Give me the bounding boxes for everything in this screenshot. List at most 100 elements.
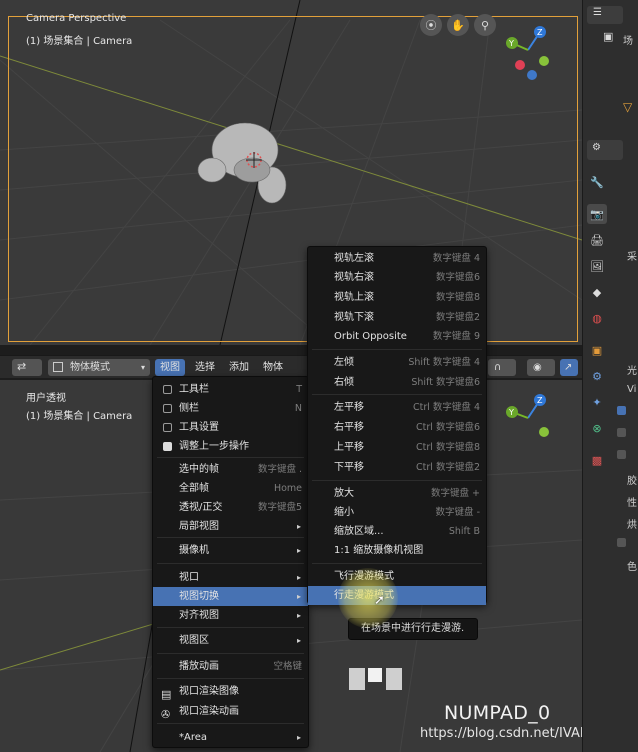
panel-label: Vi	[627, 384, 637, 395]
panel-checkbox[interactable]	[617, 406, 626, 415]
menu-item-label: 视口	[179, 572, 199, 583]
view-menu-item[interactable]: 对齐视图 ▸	[153, 606, 308, 625]
navigation-menu-item[interactable]: 视轨下滚 数字键盘2	[308, 308, 486, 327]
checkbox-icon[interactable]	[163, 404, 172, 413]
panel-checkbox[interactable]	[617, 538, 626, 547]
checkbox-icon[interactable]	[163, 385, 172, 394]
outliner-editor-dropdown[interactable]: ☰	[587, 6, 623, 24]
properties-panel: ☰ ▣ 场 ▽ ⚙ 🔧 📷 🖨 🖼 ◆ ◍ ▣ ⚙ ✦ ⊗ ▩ 采 光 Vi 胶…	[582, 0, 638, 752]
navigation-menu-item[interactable]: 缩小 数字键盘 -	[308, 503, 486, 522]
navigation-menu-item[interactable]: 视轨右滚 数字键盘6	[308, 268, 486, 287]
view-menu-item[interactable]: 全部帧 Home	[153, 479, 308, 498]
view-menu-item[interactable]: 视图区 ▸	[153, 631, 308, 650]
scene-tab-icon[interactable]: ◆	[587, 282, 607, 302]
menu-item-label: 调整上一步操作	[179, 441, 249, 452]
navigation-menu-item[interactable]: 飞行漫游模式	[308, 567, 486, 586]
menu-select[interactable]: 选择	[190, 359, 220, 376]
output-tab-icon[interactable]: 🖨	[587, 230, 607, 250]
menu-view[interactable]: 视图	[155, 359, 185, 376]
tooltip: 在场景中进行行走漫游.	[348, 618, 478, 640]
gizmo-icon: ↗	[564, 362, 573, 373]
view-menu-item[interactable]: 摄像机 ▸	[153, 541, 308, 560]
menu-object[interactable]: 物体	[258, 359, 288, 376]
falloff-dropdown[interactable]: ∩	[488, 359, 516, 376]
view-menu-item[interactable]: 局部视图 ▸	[153, 517, 308, 536]
menu-separator	[157, 723, 304, 724]
view-menu-item[interactable]: 选中的帧 数字键盘 .	[153, 460, 308, 479]
navigation-menu-item[interactable]: Orbit Opposite 数字键盘 9	[308, 327, 486, 346]
camera-viewport[interactable]: Camera Perspective (1) 场景集合 | Camera ⦿ ✋…	[0, 0, 582, 345]
properties-editor-dropdown[interactable]: ⚙	[587, 140, 623, 160]
view-menu-item[interactable]: *Area ▸	[153, 728, 308, 747]
menu-item-shortcut: N	[294, 403, 302, 414]
properties-icon: ⚙	[592, 142, 601, 153]
axis-gizmo[interactable]: Z Y	[500, 390, 560, 450]
navigation-menu-item[interactable]: 视轨上滚 数字键盘8	[308, 288, 486, 307]
view-menu-item[interactable]: 播放动画 空格键	[153, 657, 308, 676]
axis-gizmo[interactable]: Z Y	[500, 20, 560, 90]
view-menu-item[interactable]: 调整上一步操作	[153, 437, 308, 456]
navigation-menu-item[interactable]: 右平移 Ctrl 数字键盘6	[308, 418, 486, 437]
navigation-menu-item[interactable]: 放大 数字键盘 +	[308, 484, 486, 503]
pan-hand-icon[interactable]: ✋	[447, 14, 469, 36]
navigation-menu-item[interactable]: 缩放区域... Shift B	[308, 522, 486, 541]
navigation-menu-item[interactable]: 左倾 Shift 数字键盘 4	[308, 353, 486, 372]
render-tab-icon[interactable]: 📷	[587, 204, 607, 224]
view-menu-item[interactable]: 工具设置	[153, 418, 308, 437]
view-menu-item[interactable]: 视口 ▸	[153, 568, 308, 587]
menu-add[interactable]: 添加	[224, 359, 254, 376]
view-menu-item[interactable]: 透视/正交 数字键盘5	[153, 498, 308, 517]
menu-item-shortcut: Ctrl 数字键盘2	[416, 462, 480, 473]
object-tab-icon[interactable]: ▣	[587, 340, 607, 360]
modifier-tab-icon[interactable]: ⚙	[587, 366, 607, 386]
menu-item-shortcut: 数字键盘 9	[432, 331, 480, 342]
menu-item-shortcut: Shift 数字键盘6	[411, 377, 480, 388]
menu-separator	[157, 537, 304, 538]
svg-text:Y: Y	[508, 39, 514, 48]
navigation-menu-item[interactable]: 右倾 Shift 数字键盘6	[308, 373, 486, 392]
view-menu-item[interactable]: ✇ 视口渲染动画	[153, 702, 308, 721]
view-menu-item[interactable]: ▤ 视口渲染图像	[153, 682, 308, 701]
menu-item-label: 视轨下滚	[334, 312, 374, 323]
editor-type-dropdown[interactable]: ⇄	[12, 359, 42, 376]
checkbox-icon[interactable]	[163, 423, 172, 432]
texture-tab-icon[interactable]: ▩	[587, 450, 607, 470]
viewport-title: Camera Perspective	[26, 13, 127, 24]
collection-icon: ▣	[603, 30, 614, 43]
gizmo-toggle[interactable]: ↗	[560, 359, 578, 376]
visibility-dropdown[interactable]: ◉	[527, 359, 555, 376]
menu-item-label: 放大	[334, 488, 354, 499]
outliner-item-label: 场	[623, 36, 633, 47]
navigation-menu-item[interactable]: 1:1 缩放摄像机视图	[308, 541, 486, 560]
view-menu-item[interactable]: 侧栏 N	[153, 399, 308, 418]
menu-separator	[312, 349, 482, 350]
constraints-tab-icon[interactable]: ⊗	[587, 418, 607, 438]
navigation-menu-item[interactable]: 行走漫游模式	[308, 586, 486, 605]
camera-view-icon[interactable]: ⦿	[420, 14, 442, 36]
navigation-menu-item[interactable]: 左平移 Ctrl 数字键盘 4	[308, 398, 486, 417]
navigation-menu-item[interactable]: 下平移 Ctrl 数字键盘2	[308, 458, 486, 477]
menu-item-label: 摄像机	[179, 545, 209, 556]
view-layer-tab-icon[interactable]: 🖼	[587, 256, 607, 276]
mode-dropdown[interactable]: 物体模式 ▾	[48, 359, 150, 376]
navigation-menu-item[interactable]: 视轨左滚 数字键盘 4	[308, 249, 486, 268]
zoom-icon[interactable]: ⚲	[474, 14, 496, 36]
checkbox-checked-icon[interactable]	[163, 442, 172, 451]
panel-checkbox[interactable]	[617, 428, 626, 437]
blender-window: Camera Perspective (1) 场景集合 | Camera ⦿ ✋…	[0, 0, 638, 752]
menu-separator	[157, 653, 304, 654]
world-tab-icon[interactable]: ◍	[587, 308, 607, 328]
particles-tab-icon[interactable]: ✦	[587, 392, 607, 412]
view-menu-item[interactable]: 视图切换 ▸	[153, 587, 308, 606]
menu-item-label: 视图切换	[179, 591, 219, 602]
submenu-arrow-icon: ▸	[296, 636, 301, 645]
view-menu-item[interactable]: 工具栏 T	[153, 380, 308, 399]
menu-item-label: 缩放区域...	[334, 526, 384, 537]
tool-tab-icon[interactable]: 🔧	[587, 172, 607, 192]
panel-checkbox[interactable]	[617, 450, 626, 459]
menu-item-label: 缩小	[334, 507, 354, 518]
camera-frame	[8, 16, 578, 342]
navigation-menu-item[interactable]: 上平移 Ctrl 数字键盘8	[308, 438, 486, 457]
menu-item-label: 视口渲染动画	[179, 706, 239, 717]
menu-item-label: 左平移	[334, 402, 364, 413]
